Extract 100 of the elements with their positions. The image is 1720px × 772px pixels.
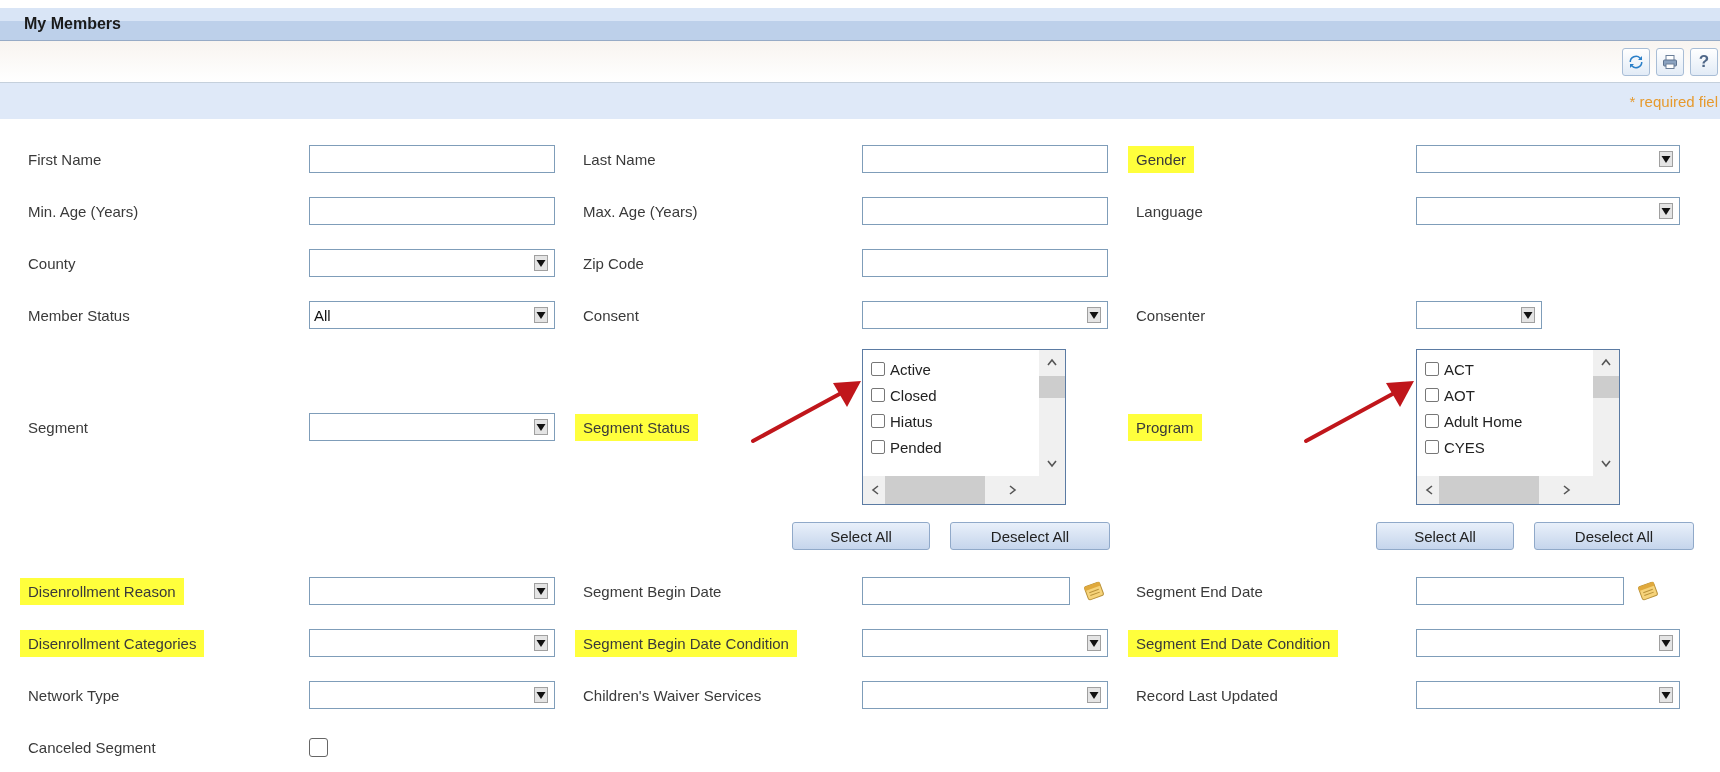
scroll-up-icon[interactable]: [1600, 358, 1612, 366]
checkbox[interactable]: [309, 737, 328, 757]
scroll-thumb[interactable]: [1593, 376, 1619, 398]
caret-icon: [1659, 151, 1673, 167]
scroll-down-icon[interactable]: [1046, 460, 1058, 468]
dropdown-field[interactable]: [309, 249, 555, 277]
option-label[interactable]: Adult Home: [1444, 412, 1523, 430]
field-label: Record Last Updated: [1135, 685, 1279, 706]
dropdown-field[interactable]: [1416, 197, 1680, 225]
dropdown-field[interactable]: [862, 629, 1108, 657]
checkbox[interactable]: [1425, 440, 1439, 454]
field-label: Segment: [27, 417, 90, 438]
dropdown-field[interactable]: [862, 681, 1108, 709]
dropdown-field[interactable]: [309, 413, 555, 441]
text-field[interactable]: [309, 145, 555, 173]
caret-icon: [534, 255, 548, 271]
list-box[interactable]: Active Closed Hiatus Pended: [862, 349, 1066, 505]
scroll-left-icon[interactable]: [871, 484, 879, 496]
scroll-thumb[interactable]: [1039, 376, 1065, 398]
dropdown-field[interactable]: [309, 681, 555, 709]
dropdown-field[interactable]: [1416, 681, 1680, 709]
checkbox[interactable]: [871, 388, 885, 402]
option-label[interactable]: CYES: [1444, 438, 1485, 456]
scroll-right-icon[interactable]: [1563, 484, 1571, 496]
date-field[interactable]: [862, 577, 1070, 605]
option-label[interactable]: Hiatus: [890, 412, 933, 430]
field-label: Segment End Date Condition: [1128, 629, 1339, 657]
scroll-left-icon[interactable]: [1425, 484, 1433, 496]
checkbox[interactable]: [1425, 414, 1439, 428]
dropdown-field[interactable]: [309, 629, 555, 657]
help-button[interactable]: ?: [1690, 47, 1718, 76]
field-label: Language: [1135, 201, 1204, 222]
dropdown-field[interactable]: [862, 301, 1108, 329]
printer-icon: [1662, 53, 1678, 70]
select-button[interactable]: Select All: [1376, 522, 1514, 550]
checkbox[interactable]: [871, 414, 885, 428]
field-label: Segment Begin Date: [582, 581, 723, 602]
caret-icon: [1659, 635, 1673, 651]
scroll-down-icon[interactable]: [1600, 460, 1612, 468]
checkbox[interactable]: [871, 440, 885, 454]
field-label: Max. Age (Years): [582, 201, 699, 222]
scroll-right-icon[interactable]: [1009, 484, 1017, 496]
field-label: Disenrollment Categories: [20, 629, 205, 657]
option-label[interactable]: AOT: [1444, 386, 1475, 404]
field-label: Gender: [1128, 145, 1195, 173]
field-label: Segment End Date: [1135, 581, 1264, 602]
dropdown-field[interactable]: All: [309, 301, 555, 329]
field-label: Disenrollment Reason: [20, 577, 184, 605]
required-note: * required fiel: [1629, 92, 1719, 110]
refresh-button[interactable]: [1622, 47, 1650, 76]
caret-icon: [534, 583, 548, 599]
caret-icon: [534, 307, 548, 323]
select-button[interactable]: Deselect All: [1534, 522, 1694, 550]
dropdown-field[interactable]: [309, 577, 555, 605]
caret-icon: [1521, 307, 1535, 323]
caret-icon: [534, 687, 548, 703]
scroll-thumb[interactable]: [885, 476, 985, 504]
date-field[interactable]: [1416, 577, 1624, 605]
caret-icon: [1087, 307, 1101, 323]
caret-icon: [534, 419, 548, 435]
field-label: Consenter: [1135, 305, 1207, 326]
dropdown-field[interactable]: [1416, 145, 1680, 173]
list-box[interactable]: ACT AOT Adult Home CYES: [1416, 349, 1620, 505]
page-title: My Members: [24, 15, 121, 33]
field-label: Program: [1128, 413, 1202, 441]
field-label: Canceled Segment: [27, 737, 157, 758]
scroll-up-icon[interactable]: [1046, 358, 1058, 366]
field-label: Zip Code: [582, 253, 645, 274]
checkbox[interactable]: [871, 362, 885, 376]
text-field[interactable]: [862, 145, 1108, 173]
option-label[interactable]: Active: [890, 360, 931, 378]
print-button[interactable]: [1656, 47, 1684, 76]
checkbox[interactable]: [1425, 362, 1439, 376]
caret-icon: [534, 635, 548, 651]
option-label[interactable]: Pended: [890, 438, 942, 456]
horizontal-scrollbar[interactable]: [1417, 476, 1619, 504]
vertical-scrollbar[interactable]: [1039, 350, 1065, 476]
dropdown-field[interactable]: [1416, 301, 1542, 329]
select-button[interactable]: Deselect All: [950, 522, 1110, 550]
refresh-icon: [1628, 53, 1644, 70]
text-field[interactable]: [862, 197, 1108, 225]
vertical-scrollbar[interactable]: [1593, 350, 1619, 476]
text-field[interactable]: [309, 197, 555, 225]
dropdown-field[interactable]: [1416, 629, 1680, 657]
option-label[interactable]: Closed: [890, 386, 937, 404]
scroll-thumb[interactable]: [1439, 476, 1539, 504]
field-label: Last Name: [582, 149, 657, 170]
caret-icon: [1659, 203, 1673, 219]
caret-icon: [1087, 635, 1101, 651]
option-label[interactable]: ACT: [1444, 360, 1474, 378]
select-button[interactable]: Select All: [792, 522, 930, 550]
field-label: Segment Begin Date Condition: [575, 629, 797, 657]
field-label: Network Type: [27, 685, 121, 706]
field-label: County: [27, 253, 77, 274]
checkbox[interactable]: [1425, 388, 1439, 402]
horizontal-scrollbar[interactable]: [863, 476, 1065, 504]
text-field[interactable]: [862, 249, 1108, 277]
field-label: Segment Status: [575, 413, 698, 441]
caret-icon: [1087, 687, 1101, 703]
field-label: Member Status: [27, 305, 131, 326]
